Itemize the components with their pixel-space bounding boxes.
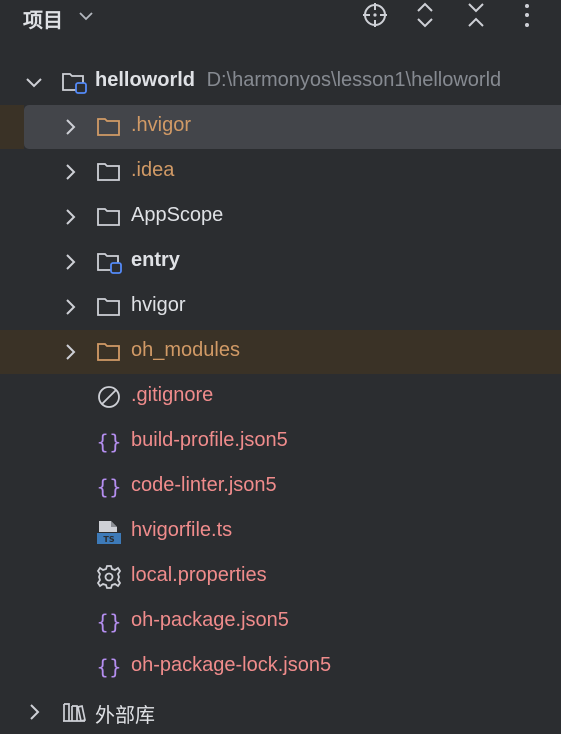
folder-excluded-icon (96, 115, 122, 139)
folder-icon (96, 205, 122, 229)
svg-text:{}: {} (96, 610, 121, 634)
chevron-right-icon[interactable] (60, 252, 80, 272)
library-icon (61, 700, 87, 724)
tree-item-appscope[interactable]: AppScope (0, 195, 561, 239)
chevron-right-icon[interactable] (60, 297, 80, 317)
tree-item-label: local.properties (131, 564, 267, 586)
gear-icon (96, 565, 122, 589)
tree-item-label: entry (131, 249, 180, 271)
json-icon: {} (96, 475, 122, 499)
folder-icon (96, 295, 122, 319)
panel-header: 项目 (0, 0, 561, 34)
folder-icon (96, 160, 122, 184)
tree-root-helloworld[interactable]: helloworld D:\harmonyos\lesson1\hellowor… (0, 60, 561, 104)
tree-item-hvigorfile[interactable]: TS hvigorfile.ts (0, 510, 561, 554)
tree-item-oh-package[interactable]: {} oh-package.json5 (0, 600, 561, 644)
tree-item-gitignore[interactable]: .gitignore (0, 375, 561, 419)
json-icon: {} (96, 655, 122, 679)
tree-item-label: hvigor (131, 294, 186, 316)
tree-item-hvigor[interactable]: hvigor (0, 285, 561, 329)
chevron-right-icon[interactable] (60, 162, 80, 182)
tree-item-label: .gitignore (131, 384, 214, 406)
tree-item-label: .idea (131, 159, 175, 181)
tree-item-label: oh-package.json5 (131, 609, 289, 631)
tree-item-oh-package-lock[interactable]: {} oh-package-lock.json5 (0, 645, 561, 689)
tree-item-label: 外部库 (95, 705, 155, 727)
tree-item-label: .hvigor (131, 114, 192, 136)
chevron-right-icon[interactable] (24, 702, 44, 722)
collapse-all-icon[interactable] (462, 1, 490, 29)
typescript-icon: TS (96, 520, 122, 544)
tree-root-name: helloworld (95, 69, 195, 91)
tree-item-label: hvigorfile.ts (131, 519, 233, 541)
panel-title[interactable]: 项目 (23, 4, 63, 33)
tree-item-external-libraries[interactable]: 外部库 (0, 690, 561, 734)
ignore-file-icon (96, 385, 122, 409)
json-icon: {} (96, 610, 122, 634)
chevron-right-icon[interactable] (60, 342, 80, 362)
tree-item-local-properties[interactable]: local.properties (0, 555, 561, 599)
chevron-down-icon[interactable] (76, 6, 96, 26)
tree-item-label: oh-package-lock.json5 (131, 654, 332, 676)
tree-root-path: D:\harmonyos\lesson1\helloworld (206, 69, 502, 91)
tree-item-code-linter[interactable]: {} code-linter.json5 (0, 465, 561, 509)
svg-text:{}: {} (96, 475, 121, 499)
tree-item-hvigor-hidden[interactable]: .hvigor (0, 105, 561, 149)
svg-text:TS: TS (103, 535, 114, 544)
module-folder-icon (96, 250, 122, 274)
tree-item-label: oh_modules (131, 339, 240, 361)
svg-text:{}: {} (96, 655, 121, 679)
chevron-right-icon[interactable] (60, 207, 80, 227)
svg-text:{}: {} (96, 430, 121, 454)
tree-item-entry[interactable]: entry (0, 240, 561, 284)
tree-item-label: build-profile.json5 (131, 429, 288, 451)
tree-item-label: AppScope (131, 204, 224, 226)
expand-all-icon[interactable] (411, 1, 439, 29)
more-options-icon[interactable] (513, 1, 541, 29)
chevron-down-icon[interactable] (24, 72, 44, 92)
locate-icon[interactable] (361, 1, 389, 29)
tree-item-oh-modules[interactable]: oh_modules (0, 330, 561, 374)
tree-item-build-profile[interactable]: {} build-profile.json5 (0, 420, 561, 464)
folder-excluded-icon (96, 340, 122, 364)
tree-item-label: code-linter.json5 (131, 474, 277, 496)
module-folder-icon (61, 70, 87, 94)
tree-item-idea[interactable]: .idea (0, 150, 561, 194)
chevron-right-icon[interactable] (60, 117, 80, 137)
json-icon: {} (96, 430, 122, 454)
